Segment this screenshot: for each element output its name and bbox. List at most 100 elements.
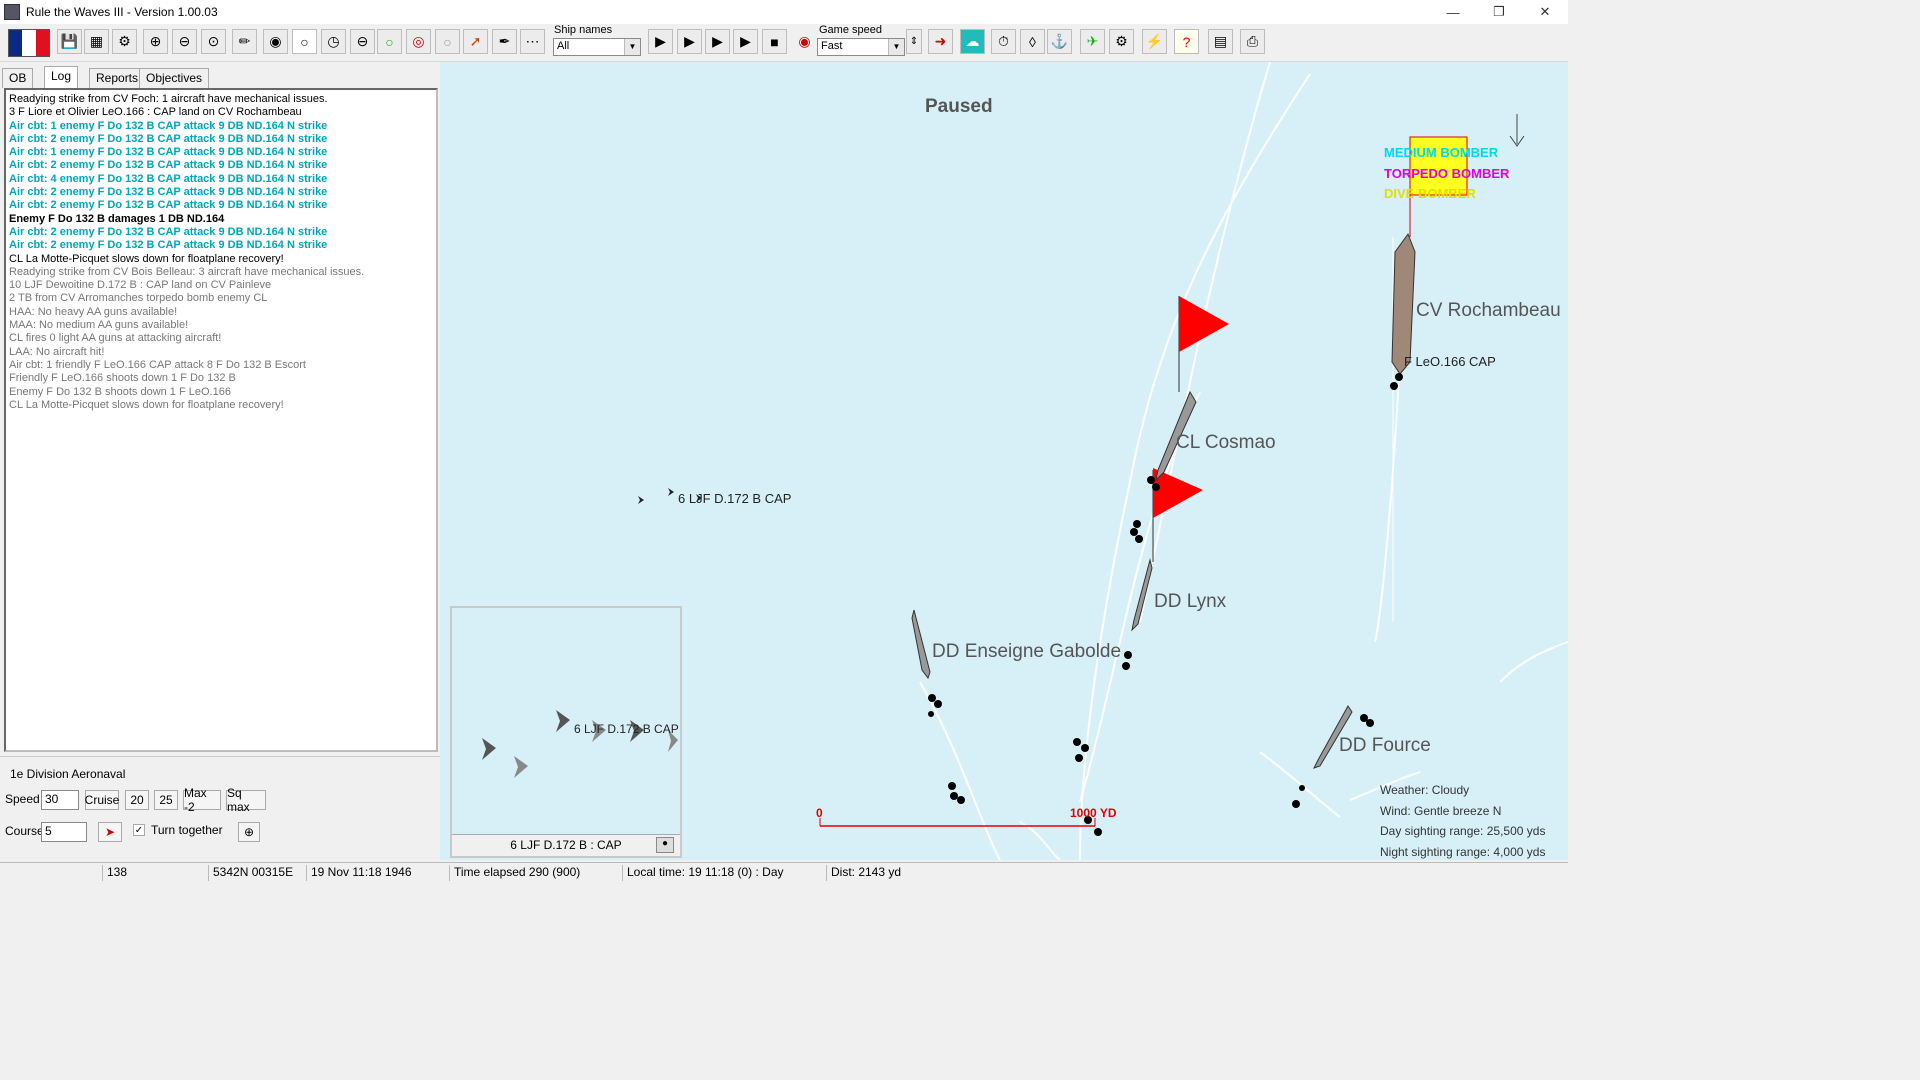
squadron-max-button[interactable]: Sq max — [226, 786, 266, 814]
tab-log[interactable]: Log — [44, 66, 79, 88]
target-icon[interactable]: ◎ — [406, 29, 431, 54]
weather-info: Weather: Cloudy Wind: Gentle breeze N Da… — [1380, 780, 1545, 862]
close-button[interactable]: ✕ — [1522, 0, 1568, 24]
cruise-button[interactable]: Cruise — [85, 790, 119, 810]
unit-control-panel: 1e Division Aeronaval Speed 30 Cruise 20… — [0, 756, 440, 856]
gray-circle-icon[interactable]: ○ — [435, 29, 460, 54]
scale-end-label: 1000 YD — [1070, 806, 1117, 820]
window-title: Rule the Waves III - Version 1.00.03 — [26, 5, 218, 19]
log-panel[interactable]: Readying strike from CV Foch: 1 aircraft… — [4, 88, 438, 752]
step-2-icon[interactable]: ▶ — [677, 29, 702, 54]
log-line: Air cbt: 1 enemy F Do 132 B CAP attack 9… — [9, 146, 328, 159]
ship-label-cv-rochambeau[interactable]: CV Rochambeau — [1416, 300, 1561, 322]
left-tab-strip: OB Log Reports Objectives — [0, 64, 440, 88]
step-5-icon[interactable]: ■ — [762, 29, 787, 54]
log-line: Friendly F LeO.166 shoots down 1 F Do 13… — [9, 372, 236, 385]
record-icon[interactable]: ◉ — [792, 29, 817, 54]
eraser-icon[interactable]: ◊ — [1020, 29, 1045, 54]
mini-map-overlay-label: 6 LJF D.172 B CAP — [574, 722, 679, 736]
save-icon[interactable]: 💾 — [57, 29, 82, 54]
french-flag-icon[interactable] — [8, 29, 50, 57]
pen-icon[interactable]: ✒ — [492, 29, 517, 54]
status-local-time: Local time: 19 11:18 (0) : Day — [622, 865, 824, 881]
log-line: Readying strike from CV Bois Belleau: 3 … — [9, 265, 365, 278]
anchor-icon[interactable]: ⚓ — [1047, 29, 1072, 54]
line-icon[interactable]: ➚ — [463, 29, 488, 54]
tab-objectives[interactable]: Objectives — [139, 68, 210, 88]
status-time-elapsed: Time elapsed 290 (900) — [449, 865, 621, 881]
clock-circle-icon[interactable]: ◷ — [321, 29, 346, 54]
gear-icon[interactable]: ⚙ — [1109, 29, 1134, 54]
green-circle-icon[interactable]: ○ — [377, 29, 402, 54]
crosshair-icon[interactable]: ⊕ — [238, 822, 260, 842]
print-icon[interactable]: ⎙ — [1240, 29, 1265, 54]
ljf-cap-label[interactable]: 6 LJF D.172 B CAP — [678, 491, 791, 506]
window-controls: — ❐ ✕ — [1430, 0, 1568, 24]
speed-25-button[interactable]: 25 — [154, 790, 178, 810]
help-icon[interactable]: ? — [1174, 29, 1199, 54]
speed-field[interactable]: 30 — [41, 790, 79, 810]
brush-icon[interactable]: ✏ — [232, 29, 257, 54]
log-line: Air cbt: 1 enemy F Do 132 B CAP attack 9… — [9, 119, 328, 132]
status-bar: 138 5342N 00315E 19 Nov 11:18 1946 Time … — [0, 862, 1568, 882]
zoom-out-icon[interactable]: ⊖ — [172, 29, 197, 54]
game-speed-value: Fast — [821, 40, 843, 52]
turn-together-checkbox[interactable]: ✓ — [133, 824, 145, 836]
step-1-icon[interactable]: ▶ — [648, 29, 673, 54]
legend-torpedo-bomber: TORPEDO BOMBER — [1384, 166, 1510, 181]
minimize-button[interactable]: — — [1430, 0, 1476, 24]
paused-label: Paused — [925, 96, 993, 117]
legend-medium-bomber: MEDIUM BOMBER — [1384, 145, 1499, 160]
aircraft-icon[interactable]: ✈ — [1080, 29, 1105, 54]
tab-reports[interactable]: Reports — [89, 68, 146, 88]
chevron-down-icon: ▼ — [888, 39, 904, 55]
red-flag-1-icon — [1178, 296, 1229, 392]
log-line: 3 F Liore et Olivier LeO.166 : CAP land … — [9, 106, 302, 119]
speed-label: Speed — [5, 792, 40, 806]
scale-bar — [819, 818, 1096, 827]
log-line: Air cbt: 2 enemy F Do 132 B CAP attack 9… — [9, 199, 328, 212]
course-field[interactable]: 5 — [41, 822, 87, 842]
weather-map-icon[interactable]: ☁ — [960, 29, 985, 54]
ship-names-select[interactable]: All ▼ — [553, 38, 641, 56]
zoom-in-icon[interactable]: ⊕ — [143, 29, 168, 54]
speed-spinner-icon[interactable]: ⇕ — [906, 29, 922, 54]
arrow-right-icon[interactable]: ➜ — [928, 29, 953, 54]
lock-icon[interactable]: ◉ — [263, 29, 288, 54]
ship-label-dd-enseigne-gabolde[interactable]: DD Enseigne Gabolde — [932, 641, 1121, 663]
minus-circle-icon[interactable]: ⊖ — [350, 29, 375, 54]
course-pointer-icon[interactable]: ➤ — [98, 822, 122, 842]
red-flag-2-icon — [1152, 468, 1203, 562]
zoom-fit-icon[interactable]: ⊙ — [201, 29, 226, 54]
stopwatch-icon[interactable]: ⏱ — [991, 29, 1016, 54]
speed-20-button[interactable]: 20 — [125, 790, 149, 810]
ship-label-dd-lynx[interactable]: DD Lynx — [1154, 591, 1226, 613]
step-3-icon[interactable]: ▶ — [705, 29, 730, 54]
speed-value: 30 — [45, 792, 59, 806]
ship-label-cl-cosmao[interactable]: CL Cosmao — [1176, 432, 1276, 454]
max-speed-button[interactable]: Max -2 — [183, 786, 221, 814]
status-date: 19 Nov 11:18 1946 — [306, 865, 446, 881]
document-icon[interactable]: ▤ — [1208, 29, 1233, 54]
log-line: HAA: No heavy AA guns available! — [9, 305, 178, 318]
ship-settings-icon[interactable]: ⚙ — [112, 29, 137, 54]
range-circle-icon[interactable]: ○ — [292, 29, 317, 54]
log-line: Air cbt: 4 enemy F Do 132 B CAP attack 9… — [9, 172, 328, 185]
lightning-icon[interactable]: ⚡ — [1142, 29, 1167, 54]
log-line: Enemy F Do 132 B damages 1 DB ND.164 — [9, 212, 225, 225]
restore-button[interactable]: ❐ — [1476, 0, 1522, 24]
dd-lynx-ship-icon — [1131, 558, 1153, 632]
north-arrow-icon — [1509, 114, 1525, 147]
book-icon[interactable]: ▦ — [84, 29, 109, 54]
tab-ob[interactable]: OB — [2, 68, 34, 88]
log-line: Air cbt: 2 enemy F Do 132 B CAP attack 9… — [9, 239, 328, 252]
dots-icon[interactable]: ⋯ — [520, 29, 545, 54]
mini-map-lock-icon[interactable]: ● — [656, 837, 674, 853]
ship-names-label: Ship names — [554, 24, 613, 36]
leo-cap-label[interactable]: F LeO.166 CAP — [1404, 354, 1496, 369]
step-4-icon[interactable]: ▶ — [733, 29, 758, 54]
game-speed-select[interactable]: Fast ▼ — [817, 38, 905, 56]
mini-map-panel[interactable]: 6 LJF D.172 B CAP 6 LJF D.172 B : CAP ● — [450, 606, 682, 858]
ship-label-dd-fource[interactable]: DD Fource — [1339, 735, 1431, 757]
app-icon — [4, 4, 20, 20]
